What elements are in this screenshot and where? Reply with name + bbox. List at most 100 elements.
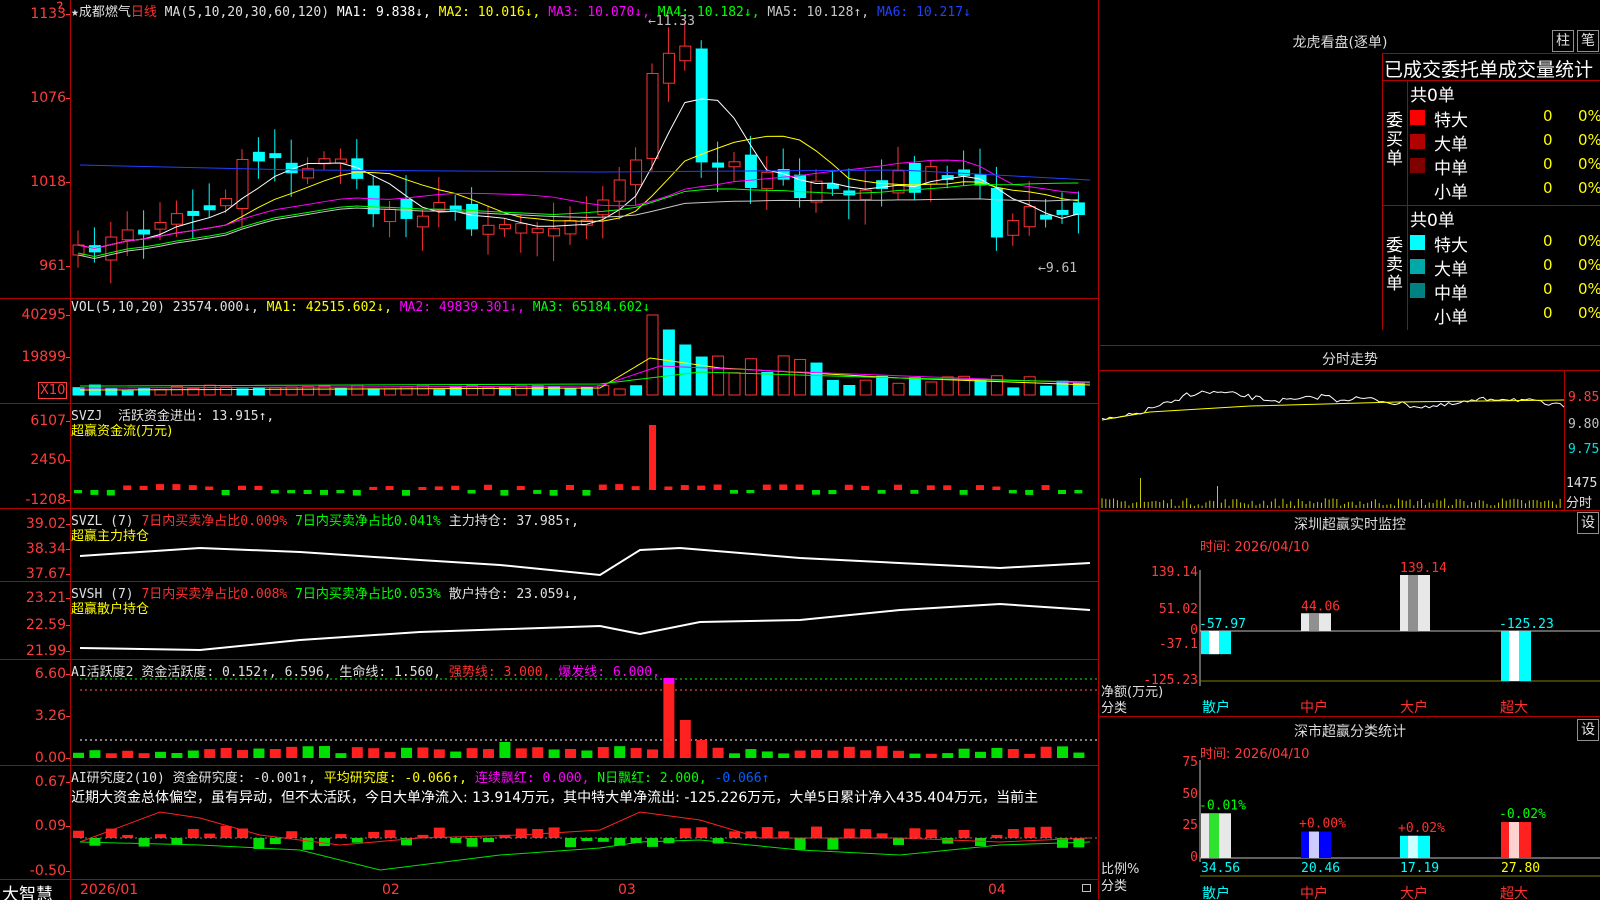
research-bar (450, 838, 462, 843)
kline-candle (138, 229, 151, 235)
svzj-bar (992, 486, 1001, 490)
research-bar (565, 838, 576, 848)
sz-class-title: 深市超赢分类统计 (1294, 724, 1406, 740)
vol-ma3: MA3: 65184.602↓ (532, 300, 651, 315)
sz-class-bar-shine (1509, 822, 1519, 858)
lock-icon[interactable] (1082, 884, 1091, 892)
research-bar (843, 828, 855, 838)
volume-bar (777, 355, 790, 396)
svsh-axis-2: 22.59 (0, 617, 70, 633)
xaxis-label: 04 (988, 882, 1006, 898)
kline-candle (1007, 220, 1020, 236)
activity-bar (187, 750, 199, 758)
pane-divider (0, 508, 1098, 509)
svsh-axis-1: 23.21 (0, 590, 70, 606)
activity-bar (105, 753, 117, 758)
ai1-label: AI活跃度2 (71, 665, 134, 680)
pane-divider (0, 659, 1098, 660)
research-bar (761, 827, 773, 838)
research-bar (1024, 827, 1036, 838)
vol-axis-2: 19899 (0, 349, 70, 365)
svzl-p3: 主力持仓: 37.985↑, (448, 514, 579, 529)
volume-bar (580, 386, 593, 396)
sell-row-name: 大单 (1434, 260, 1468, 280)
stock-name[interactable]: ★成都燃气 (71, 5, 131, 20)
svzj-bar (221, 490, 230, 496)
kline-candle (269, 153, 282, 159)
svzj-bar (598, 484, 607, 490)
svzj-bar (861, 485, 870, 490)
svsh-p1: 7日内买卖净占比0.008% (141, 587, 288, 602)
buy-row-count: 0 (1543, 107, 1553, 125)
svzj-bar (631, 486, 640, 490)
svzj-bar (649, 425, 656, 490)
sell-orders-label: 委卖单 (1386, 236, 1403, 294)
svzj-bar (762, 484, 771, 490)
activity-bar (729, 753, 740, 758)
svzj-bar (303, 490, 312, 495)
research-bar (220, 826, 232, 838)
research-bar (204, 833, 216, 838)
svzl-p1: 7日内买卖净占比0.009% (141, 514, 288, 529)
research-bar (515, 828, 527, 838)
svzj-bar (270, 490, 279, 494)
brand-logo[interactable]: 大智慧 (2, 880, 53, 900)
research-bar (679, 828, 691, 838)
ai2-title: AI研究度2(10) 资金研究度: -0.001↑, 平均研究度: -0.066… (71, 767, 769, 786)
svzj-bar (418, 486, 427, 490)
volume-bar (695, 356, 708, 396)
sz-monitor-frame (1100, 716, 1600, 717)
sell-row-pct: 0% (1578, 232, 1600, 250)
svzj-bar (943, 485, 952, 490)
intraday-axis-3: 9.75 (1568, 442, 1600, 457)
svzj-bar (369, 486, 378, 490)
kline-candle (908, 163, 921, 193)
svzj-bar (287, 490, 296, 494)
bar-mode-button[interactable]: 柱 (1552, 30, 1574, 52)
intraday-title: 分时走势 (1322, 352, 1378, 368)
svzj-bar (516, 486, 525, 490)
sz-monitor-cat-label: 分类 (1101, 701, 1128, 716)
research-bar (958, 829, 970, 838)
activity-bar (89, 750, 101, 758)
activity-bar (942, 753, 954, 758)
activity-bar (122, 750, 134, 758)
buy-row-pct: 0% (1578, 155, 1600, 173)
volume-bar (564, 388, 577, 396)
high-note: ←11.33 (648, 14, 695, 29)
volume-bar (761, 371, 774, 396)
svzj-bar (730, 490, 738, 494)
sz-monitor-axis: -37.1 (1158, 637, 1198, 652)
xaxis-label: 2026/01 (80, 882, 139, 898)
volume-bar (400, 386, 413, 396)
sz-class-settings-button[interactable]: 设 (1577, 719, 1599, 741)
svzj-bar (106, 490, 115, 496)
svzj-bar (549, 490, 558, 496)
ai2-comment: 近期大资金总体偏空，虽有异动，但不太活跃，今日大单净流入: 13.914万元，其… (71, 790, 1039, 806)
ai2-axis-2: 0.09 (0, 818, 70, 834)
intraday-vol-axis: 1475 (1566, 476, 1598, 491)
activity-bar (614, 746, 626, 758)
sz-monitor-bar (1201, 631, 1231, 655)
activity-bar (745, 749, 757, 758)
intraday-frame (1564, 370, 1565, 510)
sz-class-category: 中户 (1300, 886, 1328, 900)
buy-total: 共0单 (1410, 86, 1455, 106)
sz-class-bar (1400, 835, 1430, 858)
volume-bar (1007, 387, 1020, 396)
buy-orders-label: 委买单 (1386, 111, 1403, 169)
sell-total: 共0单 (1410, 211, 1455, 231)
kline-candle (351, 158, 364, 179)
research-bar (138, 838, 150, 847)
volume-bar (220, 386, 233, 396)
sz-class-value-label: 27.80 (1501, 861, 1540, 876)
activity-bar (532, 747, 544, 758)
period-label[interactable]: 日线 (131, 5, 157, 20)
sell-row-name: 特大 (1434, 236, 1468, 256)
activity-bar (302, 746, 314, 758)
kline-candle (1023, 206, 1036, 228)
sz-monitor-settings-button[interactable]: 设 (1577, 512, 1599, 534)
vol-value: 23574.000↓, (172, 300, 259, 315)
activity-bar (761, 751, 773, 758)
tick-mode-button[interactable]: 笔 (1577, 30, 1599, 52)
